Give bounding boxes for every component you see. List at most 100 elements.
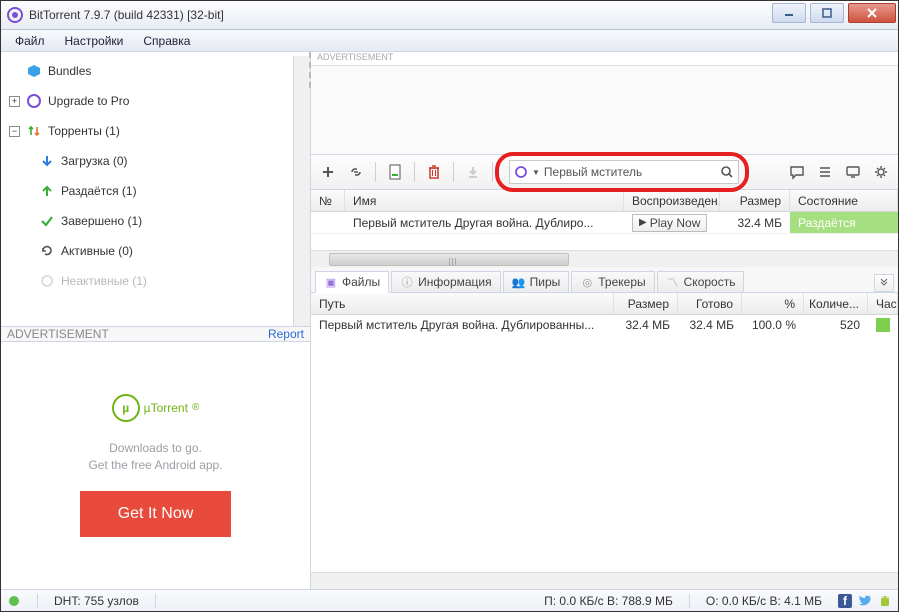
remote-button[interactable] [842, 161, 864, 183]
list-view-button[interactable] [814, 161, 836, 183]
separator [414, 162, 415, 182]
torrent-row[interactable]: Первый мститель Другая война. Дублиро...… [311, 212, 898, 234]
titlebar: BitTorrent 7.9.7 (build 42331) [32-bit] [1, 1, 898, 30]
delete-button[interactable] [423, 161, 445, 183]
sidebar-label: Завершено (1) [61, 214, 142, 228]
detail-tabs: ▣Файлы ⓘИнформация 👥Пиры ◎Трекеры 〽Скоро… [311, 267, 898, 293]
ad-header: ADVERTISEMENT Report [1, 326, 310, 342]
info-icon: ⓘ [400, 275, 414, 289]
cell-done: 32.4 МБ [678, 318, 742, 332]
search-input[interactable] [544, 165, 716, 179]
sidebar-item-bundles[interactable]: Bundles [1, 56, 293, 86]
col-path[interactable]: Путь [311, 293, 614, 314]
tabs-overflow-button[interactable] [874, 274, 894, 292]
grid-hscroll[interactable] [311, 250, 898, 267]
minimize-button[interactable] [772, 3, 806, 23]
col-bar[interactable]: Час [868, 293, 898, 314]
menu-file[interactable]: Файл [7, 32, 53, 50]
col-fsize[interactable]: Размер [614, 293, 678, 314]
updown-icon [26, 123, 42, 139]
create-torrent-button[interactable] [384, 161, 406, 183]
add-url-button[interactable] [345, 161, 367, 183]
bundles-icon [26, 63, 42, 79]
sidebar-item-inactive[interactable]: Неактивные (1) [1, 266, 293, 296]
twitter-icon[interactable] [858, 594, 872, 608]
sidebar-item-download[interactable]: Загрузка (0) [1, 146, 293, 176]
col-pct[interactable]: % [742, 293, 804, 314]
cell-name: Первый мститель Другая война. Дублиро... [345, 212, 624, 233]
file-grid-body: Первый мститель Другая война. Дублирован… [311, 315, 898, 572]
cell-num [311, 212, 345, 233]
facebook-icon[interactable]: f [838, 594, 852, 608]
add-torrent-button[interactable] [317, 161, 339, 183]
tab-peers[interactable]: 👥Пиры [503, 271, 570, 292]
tab-speed[interactable]: 〽Скорость [657, 271, 745, 292]
refresh-icon [39, 243, 55, 259]
col-play[interactable]: Воспроизведен... [624, 190, 720, 211]
tab-trackers[interactable]: ◎Трекеры [571, 271, 654, 292]
ad-line2: Get the free Android app. [88, 457, 222, 474]
search-box[interactable]: ▼ [509, 160, 739, 184]
download-icon [39, 153, 55, 169]
check-icon [39, 213, 55, 229]
ad-cta-button[interactable]: Get It Now [80, 491, 232, 537]
file-grid-hscroll[interactable] [311, 572, 898, 589]
sidebar-label: Торренты (1) [48, 124, 120, 138]
separator [375, 162, 376, 182]
col-num[interactable]: № [311, 190, 345, 211]
torrent-grid-header: № Имя Воспроизведен... Размер Состояние [311, 190, 898, 212]
cell-bar [868, 318, 898, 332]
cell-pct: 100.0 % [742, 318, 804, 332]
maximize-button[interactable] [810, 3, 844, 23]
expand-icon[interactable]: + [9, 96, 20, 107]
file-row[interactable]: Первый мститель Другая война. Дублирован… [311, 315, 898, 335]
cell-path: Первый мститель Другая война. Дублирован… [311, 318, 614, 332]
collapse-icon[interactable]: − [9, 126, 20, 137]
ad-report-link[interactable]: Report [268, 327, 304, 341]
ad-top-label: ADVERTISEMENT [311, 52, 898, 66]
sidebar-item-seeding[interactable]: Раздаётся (1) [1, 176, 293, 206]
utorrent-logo: µ µTorrent® [112, 394, 200, 422]
sidebar-item-completed[interactable]: Завершено (1) [1, 206, 293, 236]
torrent-grid-body: Первый мститель Другая война. Дублиро...… [311, 212, 898, 250]
close-button[interactable] [848, 3, 896, 23]
menu-help[interactable]: Справка [135, 32, 198, 50]
col-size[interactable]: Размер [720, 190, 790, 211]
sidebar-resize-handle[interactable] [309, 52, 313, 88]
tab-files[interactable]: ▣Файлы [315, 271, 389, 293]
search-engine-icon[interactable] [514, 165, 528, 179]
tab-info[interactable]: ⓘИнформация [391, 271, 500, 292]
play-now-button[interactable]: ▶ Play Now [632, 214, 707, 232]
menubar: Файл Настройки Справка [1, 30, 898, 52]
start-button[interactable] [462, 161, 484, 183]
settings-button[interactable] [870, 161, 892, 183]
scroll-thumb[interactable] [329, 253, 569, 266]
dropdown-icon[interactable]: ▼ [532, 168, 540, 177]
search-container: ▼ [509, 160, 739, 184]
pro-icon [26, 93, 42, 109]
sidebar-scrollbar[interactable] [293, 56, 310, 326]
sidebar-item-upgrade[interactable]: + Upgrade to Pro [1, 86, 293, 116]
sidebar-tree: Bundles + Upgrade to Pro − Торренты (1) … [1, 52, 310, 326]
chat-button[interactable] [786, 161, 808, 183]
android-icon[interactable] [878, 594, 892, 608]
col-pieces[interactable]: Количе... [804, 293, 868, 314]
window-controls [770, 1, 898, 29]
col-name[interactable]: Имя [345, 190, 624, 211]
trackers-icon: ◎ [580, 275, 594, 289]
ad-suffix: ® [192, 402, 199, 413]
separator [453, 162, 454, 182]
app-icon [7, 7, 23, 23]
ad-label: ADVERTISEMENT [7, 327, 109, 341]
search-icon[interactable] [720, 165, 734, 179]
separator [492, 162, 493, 182]
ad-text: Downloads to go. Get the free Android ap… [88, 440, 222, 474]
sidebar-item-torrents[interactable]: − Торренты (1) [1, 116, 293, 146]
col-done[interactable]: Готово [678, 293, 742, 314]
cell-size: 32.4 МБ [720, 212, 790, 233]
menu-settings[interactable]: Настройки [57, 32, 132, 50]
col-state[interactable]: Состояние [790, 190, 898, 211]
sidebar-label: Загрузка (0) [61, 154, 128, 168]
net-up: О: 0.0 КБ/с В: 4.1 МБ [706, 594, 822, 608]
sidebar-item-active[interactable]: Активные (0) [1, 236, 293, 266]
